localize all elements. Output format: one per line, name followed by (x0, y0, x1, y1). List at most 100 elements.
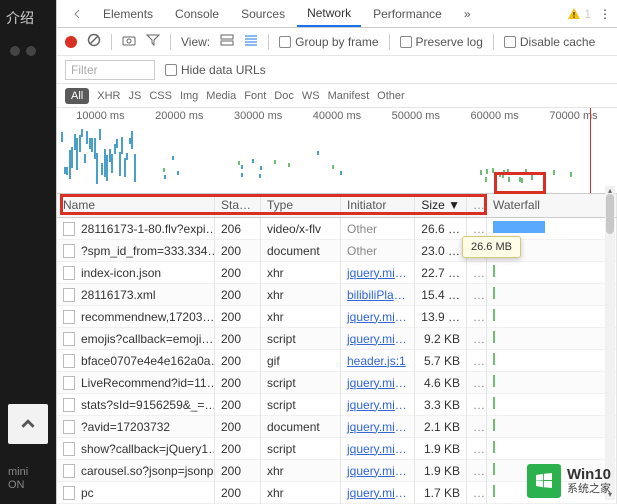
watermark-subtitle: 系统之家 (567, 483, 611, 495)
list-small-icon (244, 34, 258, 46)
windows-logo-icon (527, 464, 561, 498)
col-waterfall[interactable]: Waterfall (487, 194, 617, 217)
request-overflow: … (467, 394, 487, 416)
request-overflow: … (467, 438, 487, 460)
checkbox-icon (400, 36, 412, 48)
disable-cache-option[interactable]: Disable cache (504, 35, 595, 49)
left-thumbs (0, 36, 56, 66)
request-row[interactable]: 28116173.xml200xhrbilibiliPlaye…15.4 …… (57, 284, 617, 306)
devtools-tabs: Elements Console Sources Network Perform… (57, 0, 617, 28)
request-row[interactable]: emojis?callback=emoji…200scriptjquery.mi… (57, 328, 617, 350)
col-overflow[interactable]: … (467, 194, 487, 217)
request-row[interactable]: LiveRecommend?id=11…200scriptjquery.min.… (57, 372, 617, 394)
network-toolbar: View: Group by frame Preserve log Disabl… (57, 28, 617, 56)
watermark-title: Win10 (567, 467, 611, 484)
tab-network[interactable]: Network (297, 0, 361, 27)
request-initiator[interactable]: jquery.min.j… (341, 262, 415, 284)
filter-manifest[interactable]: Manifest (328, 90, 370, 102)
clear-button[interactable] (87, 33, 101, 50)
request-status: 200 (215, 372, 261, 394)
dock-button[interactable]: ⋮ (599, 7, 611, 21)
tab-prev[interactable] (63, 0, 91, 27)
filter-media[interactable]: Media (206, 90, 236, 102)
group-by-frame-option[interactable]: Group by frame (279, 35, 378, 49)
file-icon (63, 420, 75, 434)
hide-data-urls-option[interactable]: Hide data URLs (165, 63, 266, 77)
request-row[interactable]: ?spm_id_from=333.334…200documentOther23.… (57, 240, 617, 262)
request-status: 200 (215, 416, 261, 438)
request-initiator[interactable]: jquery.min.j… (341, 394, 415, 416)
filter-other[interactable]: Other (377, 90, 405, 102)
mini-player-label[interactable]: mini ON (8, 466, 28, 492)
request-waterfall (487, 261, 617, 284)
small-rows-button[interactable] (244, 34, 258, 49)
request-initiator[interactable]: jquery.min.j… (341, 438, 415, 460)
request-status: 206 (215, 218, 261, 240)
request-name: pc (81, 486, 94, 500)
request-row[interactable]: stats?sId=9156259&_=…200scriptjquery.min… (57, 394, 617, 416)
chevron-left-icon (73, 10, 81, 18)
request-initiator[interactable]: jquery.min.j… (341, 460, 415, 482)
request-row[interactable]: 28116173-1-80.flv?expi…206video/x-flvOth… (57, 218, 617, 240)
col-name[interactable]: Name (57, 194, 215, 217)
filter-img[interactable]: Img (180, 90, 198, 102)
warning-icon[interactable] (566, 6, 582, 22)
request-type: script (261, 372, 341, 394)
tab-more[interactable]: » (454, 0, 481, 27)
col-status[interactable]: Status (215, 194, 261, 217)
record-button[interactable] (65, 36, 77, 48)
left-tag[interactable]: 介绍 (0, 0, 56, 36)
filter-css[interactable]: CSS (149, 90, 172, 102)
filter-ws[interactable]: WS (302, 90, 320, 102)
tab-performance[interactable]: Performance (363, 0, 452, 27)
request-status: 200 (215, 350, 261, 372)
request-initiator[interactable]: jquery.min.j… (341, 306, 415, 328)
list-large-icon (220, 34, 234, 46)
request-size: 4.6 KB (415, 372, 467, 394)
request-row[interactable]: recommendnew,17203…200xhrjquery.min.j…13… (57, 306, 617, 328)
filter-all[interactable]: All (65, 88, 89, 104)
filter-doc[interactable]: Doc (274, 90, 294, 102)
request-status: 200 (215, 394, 261, 416)
tab-console[interactable]: Console (165, 0, 229, 27)
timeline-overview[interactable]: 10000 ms20000 ms30000 ms40000 ms50000 ms… (57, 108, 617, 194)
filter-input[interactable]: Filter (65, 60, 155, 80)
scroll-up-button[interactable] (8, 404, 48, 444)
request-overflow: … (467, 460, 487, 482)
scrollbar-thumb[interactable] (606, 194, 614, 234)
request-initiator[interactable]: jquery.min.j… (341, 372, 415, 394)
request-name: stats?sId=9156259&_=… (81, 398, 215, 412)
large-rows-button[interactable] (220, 34, 234, 49)
filter-xhr[interactable]: XHR (97, 90, 120, 102)
filter-font[interactable]: Font (244, 90, 266, 102)
request-initiator[interactable]: jquery.min.j… (341, 482, 415, 504)
capture-screenshot-button[interactable] (122, 34, 136, 49)
request-row[interactable]: show?callback=jQuery1…200scriptjquery.mi… (57, 438, 617, 460)
request-initiator[interactable]: jquery.min.j… (341, 416, 415, 438)
filter-js[interactable]: JS (128, 90, 141, 102)
request-row[interactable]: bface0707e4e4e162a0a…200gifheader.js:15.… (57, 350, 617, 372)
request-status: 200 (215, 482, 261, 504)
preserve-log-option[interactable]: Preserve log (400, 35, 483, 49)
vertical-scrollbar[interactable]: ▴ ▾ (605, 186, 615, 500)
request-row[interactable]: ?avid=17203732200documentjquery.min.j…2.… (57, 416, 617, 438)
file-icon (63, 442, 75, 456)
col-initiator[interactable]: Initiator (341, 194, 415, 217)
request-name: carousel.so?jsonp=jsonp (81, 464, 213, 478)
tab-sources[interactable]: Sources (231, 0, 295, 27)
tab-elements[interactable]: Elements (93, 0, 163, 27)
request-size: 3.3 KB (415, 394, 467, 416)
request-size: 1.9 KB (415, 460, 467, 482)
request-initiator[interactable]: bilibiliPlaye… (341, 284, 415, 306)
col-size[interactable]: Size ▼ (415, 194, 467, 217)
timeline-ticks: 10000 ms20000 ms30000 ms40000 ms50000 ms… (57, 108, 617, 128)
request-initiator[interactable]: jquery.min.j… (341, 328, 415, 350)
request-initiator[interactable]: header.js:1 (341, 350, 415, 372)
request-status: 200 (215, 240, 261, 262)
request-size: 22.7 … (415, 262, 467, 284)
request-row[interactable]: index-icon.json200xhrjquery.min.j…22.7 …… (57, 262, 617, 284)
sort-desc-icon: ▼ (448, 198, 460, 212)
filter-toggle[interactable] (146, 34, 160, 49)
request-overflow: … (467, 262, 487, 284)
col-type[interactable]: Type (261, 194, 341, 217)
